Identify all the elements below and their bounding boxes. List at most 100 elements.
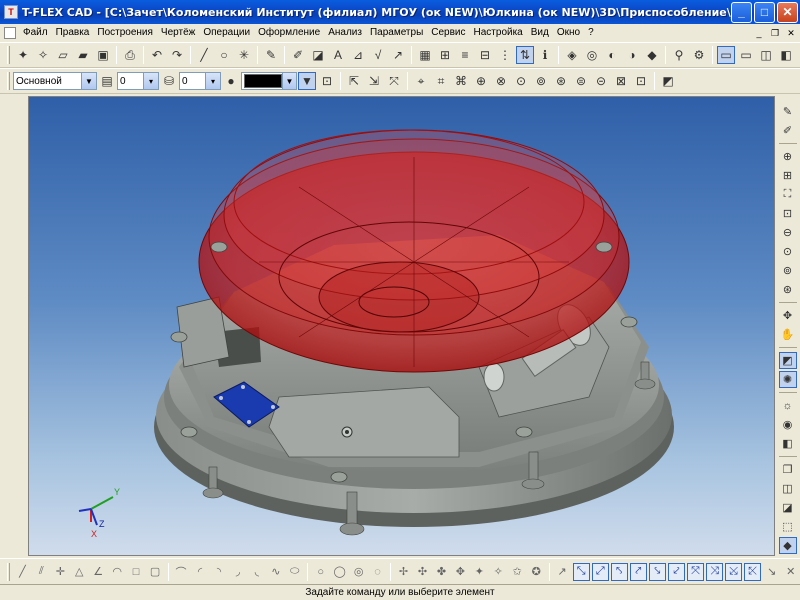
roughness-icon[interactable]: √ [369,46,387,64]
maximize-button[interactable]: □ [754,1,775,23]
circle-3-icon[interactable]: ◎ [350,563,367,581]
snap-icon[interactable]: ⋮ [496,46,514,64]
line-icon[interactable]: ╱ [195,46,213,64]
wireframe-icon[interactable]: ⬚ [779,518,797,535]
zoom-in-icon[interactable]: ⊕ [779,148,797,165]
hand-icon[interactable]: ✋ [779,326,797,343]
edit-icon[interactable]: ✐ [779,122,797,139]
line-tool-icon[interactable]: ╱ [14,563,31,581]
snap-6-icon[interactable]: ⤥ [648,562,666,581]
menu-window[interactable]: Окно [553,24,584,42]
toolbar-grip[interactable] [7,72,10,90]
arc-3-icon[interactable]: ◝ [210,563,227,581]
snap-face-icon[interactable]: ⌘ [452,72,470,90]
circle-4-icon[interactable]: ◌ [369,563,386,581]
select-tool-icon[interactable]: ⇱ [345,72,363,90]
snap-close-icon[interactable]: ✕ [782,563,799,581]
ellipse-icon[interactable]: ⬭ [286,563,303,581]
zoom-window-icon[interactable]: ⊞ [779,167,797,184]
circle-2-icon[interactable]: ◯ [331,563,348,581]
snap-4-icon[interactable]: ⤣ [610,562,628,581]
zoom-previous-icon[interactable]: ⊚ [779,262,797,279]
hatch-icon[interactable]: ◪ [309,46,327,64]
open-icon[interactable]: ▱ [54,46,72,64]
snap-profile-icon[interactable]: ⊠ [612,72,630,90]
snap-plane-icon[interactable]: ⊙ [512,72,530,90]
variables-icon[interactable]: ⊟ [476,46,494,64]
arc-5-icon[interactable]: ◟ [248,563,265,581]
snap-sketch-icon[interactable]: ⊝ [592,72,610,90]
angle-icon[interactable]: ∠ [90,563,107,581]
menu-edit[interactable]: Правка [52,24,94,42]
3d-viewport[interactable]: Y Z X [28,96,775,556]
loft-icon[interactable]: ◐ [603,46,621,64]
zoom-icon[interactable]: ⊙ [779,243,797,260]
filter-icon[interactable]: ▼ [298,72,316,90]
pan-icon[interactable]: ✥ [779,307,797,324]
attach-icon[interactable]: ⚲ [670,46,688,64]
menu-view[interactable]: Вид [527,24,553,42]
new-document-icon[interactable]: ✦ [14,46,32,64]
minimize-button[interactable]: _ [731,1,752,23]
triangle-icon[interactable]: △ [71,563,88,581]
save-icon[interactable]: ▣ [94,46,112,64]
text-icon[interactable]: A [329,46,347,64]
node-icon[interactable]: ✳ [235,46,253,64]
grid-icon[interactable]: ⊞ [436,46,454,64]
node-6-icon[interactable]: ✧ [490,563,507,581]
fillet-icon[interactable]: ⌒ [173,563,190,581]
orbit-icon[interactable]: ✺ [778,371,797,388]
doc-restore-button[interactable]: ❐ [768,27,782,40]
snap-1-icon[interactable]: ↗ [554,563,571,581]
sketch-icon[interactable]: ✎ [262,46,280,64]
snap-2-icon[interactable]: ⤡ [572,562,590,581]
layer-select[interactable]: Основной ▼ [13,72,97,90]
menu-construct[interactable]: Построения [93,24,157,42]
spline-icon[interactable]: ∿ [267,563,284,581]
rotate-3d-icon[interactable]: ◎ [583,46,601,64]
open-folder-icon[interactable]: ▰ [74,46,92,64]
zoom-out-icon[interactable]: ⊖ [779,224,797,241]
snap-cs-icon[interactable]: ⊜ [572,72,590,90]
cube-view-icon[interactable]: ◫ [779,480,797,497]
close-button[interactable]: ✕ [777,1,798,23]
select-all-icon[interactable]: ⤧ [385,72,403,90]
menu-help[interactable]: ? [584,24,598,42]
menu-design[interactable]: Оформление [254,24,324,42]
snap-3-icon[interactable]: ⤢ [591,562,609,581]
cross-icon[interactable]: ✛ [52,563,69,581]
toolbar-grip[interactable] [7,46,10,64]
info-icon[interactable]: ℹ [536,46,554,64]
arc-4-icon[interactable]: ◞ [229,563,246,581]
snap-9-icon[interactable]: ⤨ [706,562,724,581]
print-icon[interactable]: ⎙ [121,46,139,64]
snap-point-icon[interactable]: ⊚ [532,72,550,90]
snap-5-icon[interactable]: ⤤ [629,562,647,581]
fit-view-icon[interactable]: ⛶ [779,186,797,203]
node-2-icon[interactable]: ✣ [414,563,431,581]
priority-input[interactable]: 0 ▾ [179,72,221,90]
menu-settings[interactable]: Настройка [470,24,527,42]
select-3d-icon[interactable]: ⇲ [365,72,383,90]
parallel-line-icon[interactable]: ⫽ [33,563,50,581]
constraints-icon[interactable]: ⇅ [516,46,534,64]
circle-icon[interactable]: ○ [215,46,233,64]
section-icon[interactable]: ◧ [779,435,797,452]
dimension-icon[interactable]: ⊿ [349,46,367,64]
doc-close-button[interactable]: ✕ [784,27,798,40]
node-8-icon[interactable]: ✪ [528,563,545,581]
circle-tool-icon[interactable]: ○ [312,563,329,581]
rectangle-icon[interactable]: □ [128,563,145,581]
menu-parameters[interactable]: Параметры [366,24,427,42]
snap-center-icon[interactable]: ⊛ [552,72,570,90]
snap-axis-icon[interactable]: ⊗ [492,72,510,90]
snap-fragment-icon[interactable]: ⊡ [632,72,650,90]
light-icon[interactable]: ☼ [779,397,797,414]
window-3d-icon[interactable]: ▭ [737,46,755,64]
node-5-icon[interactable]: ✦ [471,563,488,581]
window-split-icon[interactable]: ◫ [757,46,775,64]
menu-drawing[interactable]: Чертёж [157,24,199,42]
chevron-down-icon[interactable]: ▼ [281,73,296,89]
render-icon[interactable]: ◆ [778,537,797,554]
table-icon[interactable]: ▦ [416,46,434,64]
